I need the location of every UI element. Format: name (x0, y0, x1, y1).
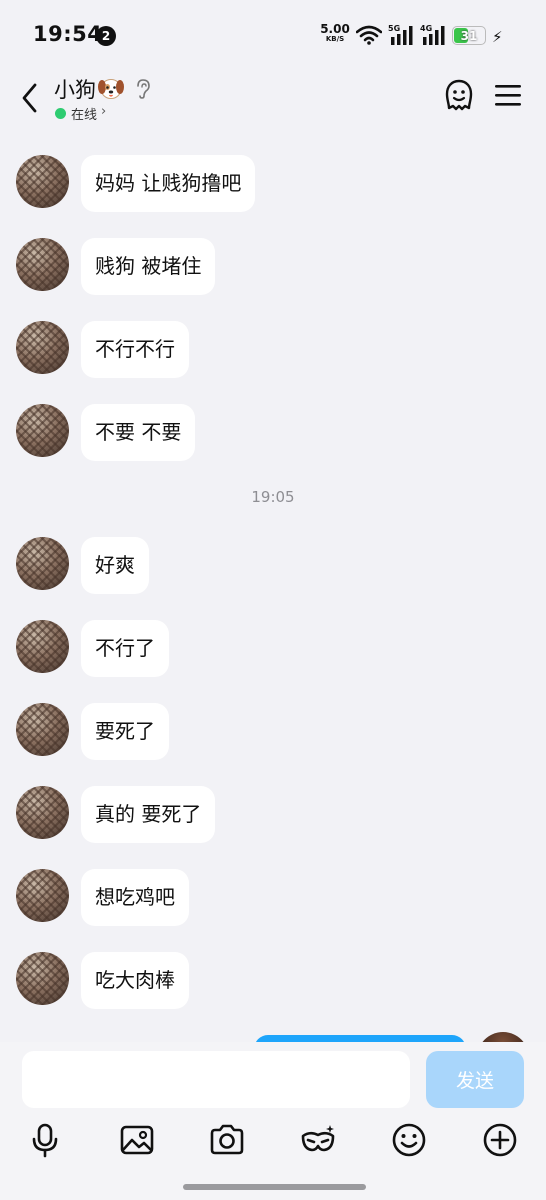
avatar[interactable] (16, 620, 69, 673)
microphone-icon[interactable] (27, 1122, 63, 1158)
avatar[interactable] (16, 786, 69, 839)
home-indicator[interactable] (183, 1184, 366, 1190)
message-input[interactable] (22, 1051, 410, 1108)
message-bubble[interactable]: 不行了 (81, 620, 169, 677)
network-speed: 5.00 KB/S (318, 23, 352, 43)
avatar[interactable] (16, 404, 69, 457)
contact-name: 小狗 (54, 78, 96, 102)
wifi-icon (356, 25, 382, 45)
notification-badge: 2 (96, 26, 116, 46)
message-bubble[interactable]: 妈妈 让贱狗撸吧 (81, 155, 256, 212)
dog-emoji (98, 79, 124, 99)
avatar[interactable] (16, 155, 69, 208)
battery-level: 31 (460, 28, 478, 43)
battery-icon: 31 (452, 26, 486, 45)
plus-icon[interactable] (482, 1122, 518, 1158)
emoji-icon[interactable] (391, 1122, 427, 1158)
send-button[interactable]: 发送 (426, 1051, 524, 1108)
status-bar: 19:54 2 5.00 KB/S 5G 4G 31 ⚡ (0, 0, 546, 70)
message-bubble[interactable]: 贱狗 被堵住 (81, 238, 216, 295)
message-bubble[interactable]: 想吃鸡吧 (81, 869, 189, 926)
avatar[interactable] (16, 537, 69, 590)
camera-icon[interactable] (209, 1122, 245, 1158)
chat-header: 小狗 在线 › (0, 70, 546, 132)
signal-5g: 5G (388, 24, 414, 46)
message-bubble[interactable]: 要死了 (81, 703, 169, 760)
message-timestamp: 19:05 (251, 488, 295, 506)
message-bubble[interactable]: 不行不行 (81, 321, 189, 378)
message-bubble[interactable]: 真的 要死了 (81, 786, 216, 843)
online-status[interactable]: 在线 (71, 104, 97, 123)
message-bubble[interactable]: 好爽 (81, 537, 149, 594)
masquerade-mask-icon[interactable] (300, 1122, 336, 1158)
contact-name-row[interactable]: 小狗 (54, 74, 125, 104)
network-speed-value: 5.00 (320, 22, 350, 36)
charging-bolt-icon: ⚡ (492, 28, 503, 46)
chevron-right-icon: › (101, 104, 107, 119)
image-icon[interactable] (119, 1122, 155, 1158)
signal-icon (391, 26, 413, 45)
back-arrow-icon[interactable] (18, 80, 42, 116)
signal-4g: 4G (420, 24, 446, 46)
online-status-dot (55, 108, 66, 119)
status-time: 19:54 (33, 22, 103, 46)
menu-icon[interactable] (495, 84, 521, 106)
avatar[interactable] (16, 952, 69, 1005)
avatar[interactable] (16, 238, 69, 291)
ear-icon[interactable] (134, 78, 152, 100)
signal-icon (423, 26, 445, 45)
avatar[interactable] (16, 869, 69, 922)
avatar[interactable] (16, 321, 69, 374)
network-speed-unit: KB/S (325, 35, 345, 43)
avatar[interactable] (16, 703, 69, 756)
face-icon[interactable] (443, 78, 475, 112)
input-area: 发送 (0, 1042, 546, 1200)
message-bubble[interactable]: 不要 不要 (81, 404, 196, 461)
message-bubble[interactable]: 吃大肉棒 (81, 952, 189, 1009)
